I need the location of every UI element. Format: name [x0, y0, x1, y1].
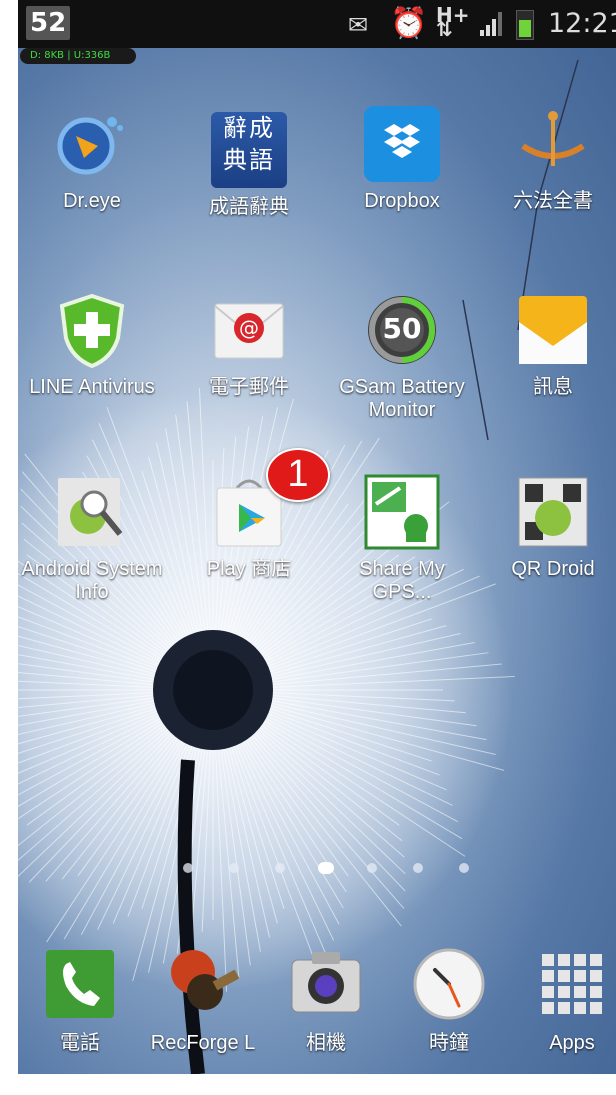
battery-icon [516, 10, 534, 40]
page-dot[interactable] [367, 863, 377, 873]
idiom-icon-text: 辭成典語 [223, 114, 275, 174]
page-dot[interactable] [275, 863, 285, 873]
law-book-icon [515, 106, 591, 182]
app-label: GSam Battery Monitor [339, 376, 465, 421]
app-messages[interactable]: 訊息 [478, 292, 616, 399]
dock-apps[interactable]: Apps [497, 946, 616, 1055]
mail-notification-icon: ✉ [348, 11, 369, 39]
page-dot-current[interactable] [318, 862, 334, 874]
gsam-percentage: 50 [382, 312, 422, 345]
mobile-data-hplus-icon: H+ ⇅ [436, 3, 470, 41]
line-antivirus-icon [54, 292, 130, 369]
app-dreye[interactable]: Dr.eye [18, 106, 167, 213]
email-icon: @ [211, 292, 287, 368]
page-dot[interactable] [413, 863, 423, 873]
app-label: Apps [549, 1032, 595, 1054]
app-label: Android System Info [21, 558, 163, 603]
messages-icon [515, 292, 591, 368]
app-dropbox[interactable]: Dropbox [327, 106, 477, 213]
android-system-info-icon [54, 474, 130, 550]
app-line-antivirus[interactable]: LINE Antivirus [18, 292, 167, 399]
page-dot[interactable] [183, 863, 193, 873]
phone-icon [42, 946, 118, 1022]
home-screen: 52 ✉ ⏰ H+⇅ 12:21 D: 8KB | U:336B Dr.eye … [18, 0, 616, 1074]
app-share-my-gps[interactable]: Share My GPS... [327, 474, 477, 604]
page-dot[interactable] [229, 863, 239, 873]
battery-level-text: 52 [26, 6, 71, 40]
status-bar: 52 ✉ ⏰ H+⇅ 12:21 [18, 0, 616, 48]
apps-grid-icon [534, 946, 610, 1022]
app-gsam-battery[interactable]: 50 GSam Battery Monitor [327, 292, 477, 422]
network-traffic-badge: D: 8KB | U:336B [20, 48, 137, 64]
app-label: 訊息 [533, 376, 573, 398]
app-label: Share My GPS... [359, 558, 445, 603]
dropbox-icon [364, 106, 440, 182]
app-label: 六法全書 [513, 190, 593, 212]
page-dot[interactable] [459, 863, 469, 873]
app-label: Play 商店 [206, 558, 292, 580]
app-qr-droid[interactable]: QR Droid [478, 474, 616, 581]
alarm-clock-icon: ⏰ [390, 6, 428, 41]
svg-text:@: @ [239, 316, 259, 340]
status-time: 12:21 [548, 8, 616, 39]
app-label: Dr.eye [63, 190, 121, 212]
share-my-gps-icon [364, 474, 440, 550]
app-email[interactable]: @ 電子郵件 [174, 292, 324, 399]
clock-icon [411, 946, 487, 1022]
idiom-dictionary-icon: 辭成典語 [211, 112, 287, 188]
app-idiom-dictionary[interactable]: 辭成典語 成語辭典 [174, 106, 324, 219]
dreye-icon [54, 106, 130, 182]
app-label: LINE Antivirus [29, 376, 155, 398]
gsam-battery-icon: 50 [364, 292, 440, 368]
recforge-icon [165, 946, 241, 1022]
app-label: 電子郵件 [209, 376, 289, 398]
app-label: 成語辭典 [209, 196, 289, 218]
annotation-marker: 1 [266, 448, 330, 502]
app-label: QR Droid [511, 558, 595, 580]
app-label: Dropbox [364, 190, 440, 212]
signal-strength-icon [480, 12, 502, 36]
app-android-system-info[interactable]: Android System Info [18, 474, 167, 604]
camera-icon [288, 946, 364, 1022]
app-law-book[interactable]: 六法全書 [478, 106, 616, 213]
qr-droid-icon [515, 474, 591, 550]
